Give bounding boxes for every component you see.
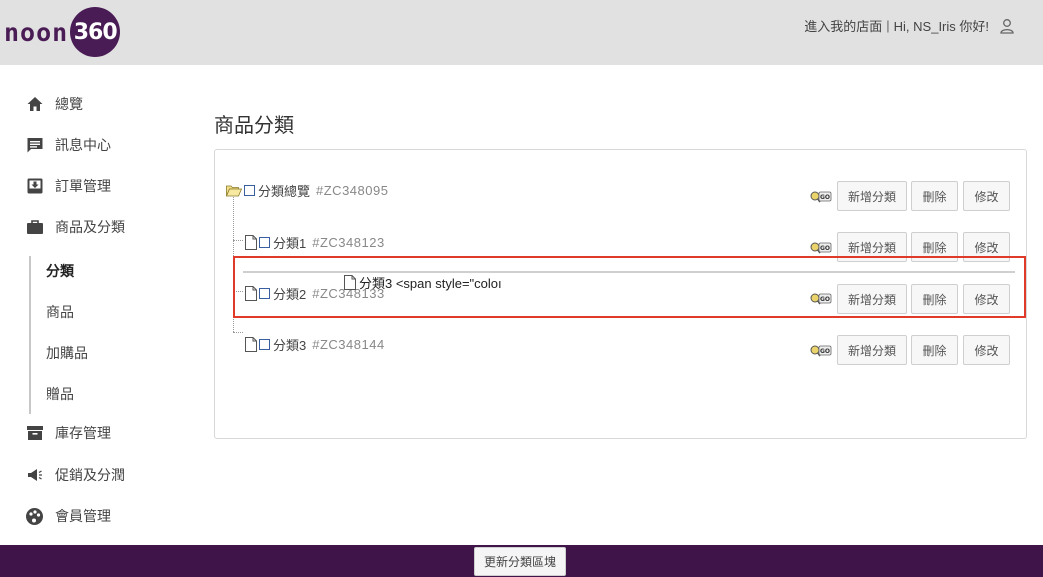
- edit-button[interactable]: 修改: [963, 181, 1010, 211]
- user-icon[interactable]: [999, 18, 1015, 34]
- delete-button[interactable]: 刪除: [911, 181, 958, 211]
- tree-connector: [233, 240, 243, 241]
- header-right: 進入我的店面 | Hi, NS_Iris 你好!: [804, 16, 1015, 35]
- tree-checkbox[interactable]: [259, 237, 270, 248]
- tree-node-label: 分類1: [273, 236, 307, 251]
- delete-button[interactable]: 刪除: [911, 335, 958, 365]
- submenu-item-category[interactable]: 分類: [46, 261, 74, 281]
- palette-icon: [25, 507, 44, 526]
- sidebar-item-promotions[interactable]: 促銷及分潤: [25, 463, 125, 487]
- inbox-download-icon: [25, 177, 44, 196]
- tree-node-label: 分類總覽: [258, 184, 311, 199]
- go-search-icon[interactable]: GO: [810, 344, 832, 358]
- page-title: 商品分類: [214, 115, 294, 137]
- submenu-line: [29, 256, 31, 414]
- sidebar-item-label: 會員管理: [55, 508, 111, 524]
- top-header: noon 360 進入我的店面 | Hi, NS_Iris 你好!: [0, 0, 1043, 65]
- home-icon: [25, 95, 44, 114]
- document-icon[interactable]: [245, 337, 257, 352]
- go-search-icon[interactable]: GO: [810, 241, 832, 255]
- submenu-item-addon[interactable]: 加購品: [46, 343, 88, 363]
- highlight-box: [233, 256, 1026, 318]
- sidebar-item-inventory[interactable]: 庫存管理: [25, 421, 111, 445]
- tree-node-code: #ZC348095: [316, 183, 389, 198]
- tree-checkbox[interactable]: [259, 339, 270, 350]
- header-separator: |: [886, 18, 890, 33]
- sidebar-item-label: 訂單管理: [55, 178, 111, 194]
- submenu-item-gift[interactable]: 贈品: [46, 384, 74, 404]
- message-icon: [25, 136, 44, 155]
- sidebar-item-label: 總覽: [55, 96, 83, 112]
- sidebar-item-members[interactable]: 會員管理: [25, 504, 111, 528]
- tree-node-code: #ZC348144: [312, 337, 385, 352]
- tree-node-code: #ZC348123: [312, 235, 385, 250]
- sidebar-item-label: 庫存管理: [55, 425, 111, 441]
- megaphone-icon: [25, 466, 44, 485]
- add-category-button[interactable]: 新增分類: [837, 181, 907, 211]
- tree-node-category-3[interactable]: 分類3 #ZC348144: [245, 335, 385, 354]
- logo-text: noon: [4, 17, 69, 47]
- briefcase-icon: [25, 218, 44, 237]
- add-category-button[interactable]: 新增分類: [837, 335, 907, 365]
- document-icon[interactable]: [245, 235, 257, 250]
- sidebar-item-label: 商品及分類: [55, 219, 125, 235]
- tree-connector: [233, 332, 243, 333]
- sidebar-item-overview[interactable]: 總覽: [25, 92, 83, 116]
- go-label: GO: [820, 245, 830, 252]
- sidebar-item-orders[interactable]: 訂單管理: [25, 174, 111, 198]
- go-label: GO: [820, 348, 830, 355]
- sidebar-item-products[interactable]: 商品及分類: [25, 215, 125, 239]
- tree-node-category-1[interactable]: 分類1 #ZC348123: [245, 233, 385, 252]
- sidebar: 總覽 訊息中心 訂單管理 商品及分類 分類 商品 加購品 贈品 庫存管理 促銷及…: [0, 65, 190, 545]
- sidebar-item-label: 訊息中心: [55, 137, 111, 153]
- tree-node-root[interactable]: 分類總覽 #ZC348095: [226, 181, 388, 200]
- go-label: GO: [820, 194, 830, 201]
- archive-icon: [25, 424, 44, 443]
- noon360-logo[interactable]: noon 360: [4, 7, 121, 57]
- sidebar-item-label: 促銷及分潤: [55, 467, 125, 483]
- edit-button[interactable]: 修改: [963, 335, 1010, 365]
- folder-open-icon[interactable]: [226, 184, 242, 197]
- greeting-text: Hi, NS_Iris 你好!: [893, 19, 989, 34]
- sidebar-item-messages[interactable]: 訊息中心: [25, 133, 111, 157]
- update-category-block-button[interactable]: 更新分類區塊: [474, 547, 566, 576]
- submenu-item-product[interactable]: 商品: [46, 302, 74, 322]
- go-search-icon[interactable]: GO: [810, 190, 832, 204]
- store-link[interactable]: 進入我的店面: [804, 16, 882, 35]
- tree-node-label: 分類3: [273, 338, 307, 353]
- logo-circle: 360: [70, 7, 121, 57]
- tree-checkbox[interactable]: [244, 185, 255, 196]
